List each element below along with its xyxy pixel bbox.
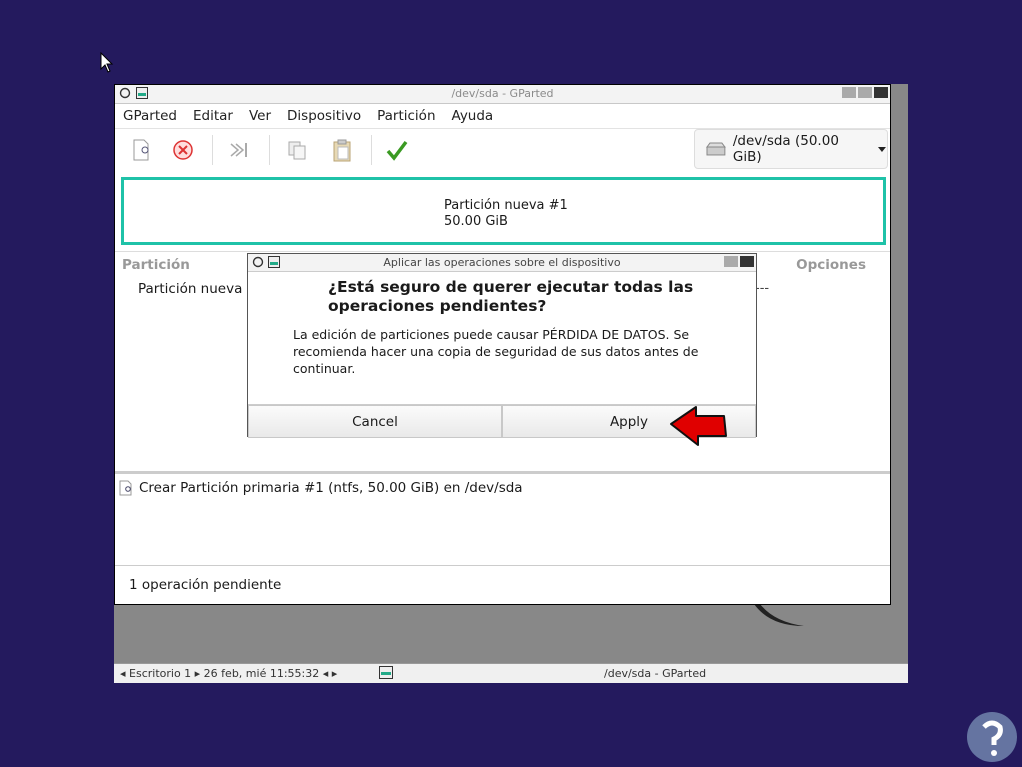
dialog-heading: ¿Está seguro de querer ejecutar todas la…: [328, 278, 694, 315]
pending-operation-item[interactable]: Crear Partición primaria #1 (ntfs, 50.00…: [119, 480, 523, 496]
taskbar-window-item[interactable]: /dev/sda - GParted: [604, 667, 706, 680]
column-opciones[interactable]: Opciones: [796, 257, 866, 273]
dialog-title: Aplicar las operaciones sobre el disposi…: [383, 256, 621, 269]
new-partition-icon: [133, 139, 149, 161]
maximize-button[interactable]: [724, 256, 738, 267]
menu-gparted[interactable]: GParted: [115, 104, 185, 128]
new-partition-icon: [119, 480, 132, 496]
toolbar-separator: [371, 135, 372, 165]
paste-button[interactable]: [329, 137, 355, 163]
dialog-titlebar[interactable]: Aplicar las operaciones sobre el disposi…: [248, 254, 756, 272]
device-selector[interactable]: /dev/sda (50.00 GiB): [694, 129, 888, 169]
new-partition-button[interactable]: [128, 137, 154, 163]
taskbar: ◂ Escritorio 1 ▸ 26 feb, mié 11:55:32 ◂ …: [114, 663, 908, 683]
menu-ayuda[interactable]: Ayuda: [444, 104, 502, 128]
window-titlebar[interactable]: /dev/sda - GParted: [115, 85, 890, 104]
copy-button[interactable]: [284, 137, 310, 163]
partition-map-selected[interactable]: Partición nueva #1 50.00 GiB: [121, 177, 886, 245]
apply-all-button[interactable]: [384, 137, 410, 163]
watermark-logo: [967, 712, 1017, 762]
partition-map-size: 50.00 GiB: [444, 214, 508, 229]
partition-map-name: Partición nueva #1: [444, 198, 568, 213]
red-arrow-icon: [670, 406, 727, 446]
delete-icon: [173, 140, 193, 160]
copy-icon: [288, 141, 306, 160]
dropdown-icon: [878, 147, 887, 152]
dialog-message: La edición de particiones puede causar P…: [293, 327, 699, 376]
dialog-window-controls[interactable]: [724, 256, 754, 267]
maximize-button[interactable]: [858, 87, 872, 98]
device-selector-label: /dev/sda (50.00 GiB): [732, 133, 839, 165]
partition-list-row[interactable]: Partición nueva #: [138, 281, 258, 297]
mouse-pointer-icon: [100, 52, 114, 73]
apply-icon: [386, 140, 408, 161]
status-text: 1 operación pendiente: [129, 577, 282, 593]
taskbar-workspace-clock[interactable]: ◂ Escritorio 1 ▸ 26 feb, mié 11:55:32 ◂ …: [120, 667, 337, 680]
pending-operations-panel: Crear Partición primaria #1 (ntfs, 50.00…: [115, 471, 890, 568]
window-title: /dev/sda - GParted: [451, 87, 554, 100]
resize-move-icon: [230, 143, 247, 157]
disk-icon: [705, 142, 726, 156]
delete-button[interactable]: [170, 137, 196, 163]
close-button[interactable]: [874, 87, 888, 98]
pending-operation-text: Crear Partición primaria #1 (ntfs, 50.00…: [139, 480, 523, 496]
toolbar-separator: [269, 135, 270, 165]
cancel-button[interactable]: Cancel: [248, 405, 502, 438]
menu-particion[interactable]: Partición: [369, 104, 443, 128]
statusbar: 1 operación pendiente: [115, 565, 890, 604]
paste-icon: [333, 139, 351, 162]
column-particion[interactable]: Partición: [122, 257, 190, 273]
partition-list-row-flags: ---: [755, 281, 770, 296]
toolbar-separator: [212, 135, 213, 165]
menubar: GParted Editar Ver Dispositivo Partición…: [115, 104, 890, 129]
menu-ver[interactable]: Ver: [241, 104, 279, 128]
resize-move-button[interactable]: [226, 137, 252, 163]
window-controls[interactable]: [842, 87, 888, 98]
menu-editar[interactable]: Editar: [185, 104, 241, 128]
menu-dispositivo[interactable]: Dispositivo: [279, 104, 369, 128]
close-button[interactable]: [740, 256, 754, 267]
minimize-button[interactable]: [842, 87, 856, 98]
gparted-app-icon: [379, 666, 393, 679]
